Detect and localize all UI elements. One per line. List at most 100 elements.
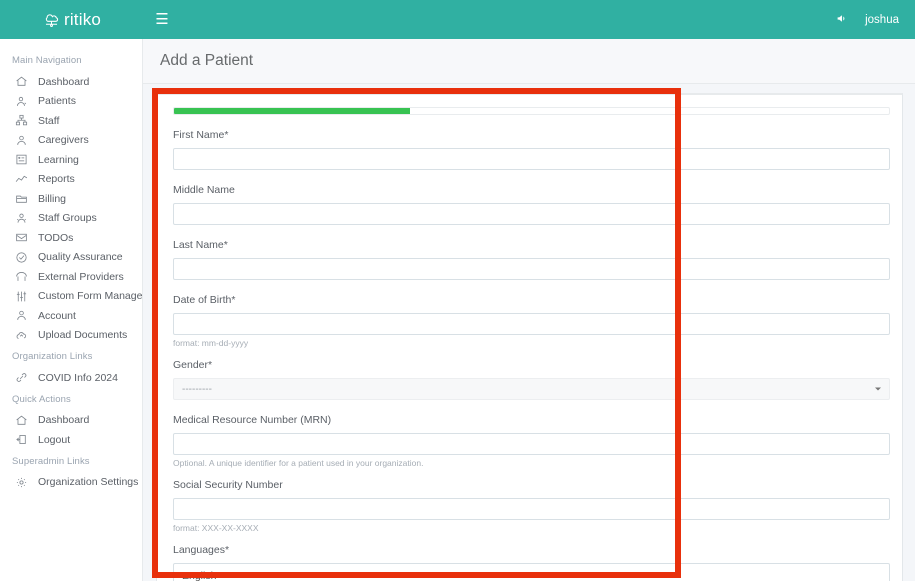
gender-selected-value: --------- xyxy=(182,384,212,395)
form-progress-bar xyxy=(173,107,890,115)
gear-icon xyxy=(15,476,28,489)
last-name-label: Last Name* xyxy=(173,239,888,251)
sidebar-item-label: Learning xyxy=(38,154,79,166)
sliders-icon xyxy=(15,290,28,303)
sidebar-item-label: Patients xyxy=(38,95,76,107)
sidebar-item-patients[interactable]: Patients xyxy=(0,92,142,112)
sidebar-item-staff-groups[interactable]: Staff Groups xyxy=(0,209,142,229)
username-label[interactable]: joshua xyxy=(865,14,899,26)
brand-name: ritiko xyxy=(64,10,101,30)
sidebar-item-covid-info-2024[interactable]: COVID Info 2024 xyxy=(0,368,142,388)
topbar-right-group: joshua xyxy=(836,12,915,27)
social-security-number-input[interactable] xyxy=(173,498,890,520)
field-mrn: Medical Resource Number (MRN) Optional. … xyxy=(173,414,888,468)
gender-select[interactable]: --------- xyxy=(173,378,890,400)
line-chart-icon xyxy=(15,173,28,186)
social-security-number-label: Social Security Number xyxy=(173,479,888,491)
date-of-birth-input[interactable] xyxy=(173,313,890,335)
brand-logo-link[interactable]: ritiko xyxy=(0,0,143,39)
sidebar-item-label: Dashboard xyxy=(38,414,89,426)
sidebar-item-todos[interactable]: TODOs xyxy=(0,228,142,248)
cloud-network-icon xyxy=(42,10,61,29)
sidebar-item-organization-settings[interactable]: Organization Settings xyxy=(0,473,142,493)
logout-icon xyxy=(15,433,28,446)
middle-name-input[interactable] xyxy=(173,203,890,225)
first-name-label: First Name* xyxy=(173,129,888,141)
check-circle-icon xyxy=(15,251,28,264)
sidebar-item-label: Staff Groups xyxy=(38,212,97,224)
sidebar-item-label: Account xyxy=(38,310,76,322)
sidebar-item-staff[interactable]: Staff xyxy=(0,111,142,131)
sidebar-item-learning[interactable]: Learning xyxy=(0,150,142,170)
page-title: Add a Patient xyxy=(143,52,253,70)
page-header: Add a Patient xyxy=(143,39,915,84)
first-name-input[interactable] xyxy=(173,148,890,170)
field-social-security-number: Social Security Number format: XXX-XX-XX… xyxy=(173,479,888,533)
sidebar-item-billing[interactable]: Billing xyxy=(0,189,142,209)
field-gender: Gender* --------- xyxy=(173,359,888,400)
sidebar-item-label: Dashboard xyxy=(38,76,89,88)
sidebar-item-caregivers[interactable]: Caregivers xyxy=(0,131,142,151)
sidebar: Main Navigation Dashboard Patients Staff… xyxy=(0,39,143,581)
sidebar-item-logout[interactable]: Logout xyxy=(0,430,142,450)
folder-icon xyxy=(15,192,28,205)
hamburger-menu-icon[interactable]: ☰ xyxy=(143,0,181,39)
field-middle-name: Middle Name xyxy=(173,184,888,225)
user-icon xyxy=(15,309,28,322)
date-of-birth-helper: format: mm-dd-yyyy xyxy=(173,338,888,348)
sidebar-item-label: COVID Info 2024 xyxy=(38,372,118,384)
sidebar-item-external-providers[interactable]: External Providers xyxy=(0,267,142,287)
home-icon xyxy=(15,414,28,427)
content-area: First Name* Middle Name Last Name* Date … xyxy=(143,84,915,581)
user-icon xyxy=(15,134,28,147)
date-of-birth-label: Date of Birth* xyxy=(173,294,888,306)
field-languages: Languages* English xyxy=(173,544,888,581)
sidebar-item-custom-form-manager[interactable]: Custom Form Manager xyxy=(0,287,142,307)
org-chart-icon xyxy=(15,114,28,127)
sidebar-item-quick-dashboard[interactable]: Dashboard xyxy=(0,411,142,431)
book-grid-icon xyxy=(15,153,28,166)
chevron-down-icon xyxy=(875,388,881,391)
sidebar-item-label: External Providers xyxy=(38,271,124,283)
clinic-icon xyxy=(15,270,28,283)
social-security-number-helper: format: XXX-XX-XXXX xyxy=(173,523,888,533)
sidebar-item-upload-documents[interactable]: Upload Documents xyxy=(0,326,142,346)
last-name-input[interactable] xyxy=(173,258,890,280)
mrn-label: Medical Resource Number (MRN) xyxy=(173,414,888,426)
field-first-name: First Name* xyxy=(173,129,888,170)
sidebar-item-label: Organization Settings xyxy=(38,476,138,488)
field-date-of-birth: Date of Birth* format: mm-dd-yyyy xyxy=(173,294,888,348)
middle-name-label: Middle Name xyxy=(173,184,888,196)
sidebar-group-header-quick-actions: Quick Actions xyxy=(0,388,142,411)
user-group-icon xyxy=(15,212,28,225)
sidebar-item-label: Reports xyxy=(38,173,75,185)
mrn-input[interactable] xyxy=(173,433,890,455)
sidebar-item-label: TODOs xyxy=(38,232,73,244)
megaphone-icon[interactable] xyxy=(836,12,849,27)
languages-multiselect[interactable]: English xyxy=(173,563,890,581)
sidebar-item-label: Logout xyxy=(38,434,70,446)
sidebar-item-label: Quality Assurance xyxy=(38,251,123,263)
link-icon xyxy=(15,371,28,384)
sidebar-item-label: Upload Documents xyxy=(38,329,127,341)
sidebar-item-label: Custom Form Manager xyxy=(38,290,143,302)
sidebar-item-reports[interactable]: Reports xyxy=(0,170,142,190)
app-root: ritiko ☰ joshua Main Navigation Dashboar… xyxy=(0,0,915,581)
languages-label: Languages* xyxy=(173,544,888,556)
sidebar-group-header-organization: Organization Links xyxy=(0,345,142,368)
sidebar-item-label: Staff xyxy=(38,115,59,127)
patient-icon xyxy=(15,95,28,108)
add-patient-form-card: First Name* Middle Name Last Name* Date … xyxy=(156,93,903,581)
top-navigation-bar: ritiko ☰ joshua xyxy=(0,0,915,39)
cloud-upload-icon xyxy=(15,329,28,342)
home-icon xyxy=(15,75,28,88)
sidebar-item-quality-assurance[interactable]: Quality Assurance xyxy=(0,248,142,268)
gender-label: Gender* xyxy=(173,359,888,371)
hamburger-glyph: ☰ xyxy=(155,12,168,27)
sidebar-item-dashboard[interactable]: Dashboard xyxy=(0,72,142,92)
languages-option[interactable]: English xyxy=(182,569,881,581)
field-last-name: Last Name* xyxy=(173,239,888,280)
sidebar-item-account[interactable]: Account xyxy=(0,306,142,326)
sidebar-item-label: Billing xyxy=(38,193,66,205)
mrn-helper: Optional. A unique identifier for a pati… xyxy=(173,458,888,468)
